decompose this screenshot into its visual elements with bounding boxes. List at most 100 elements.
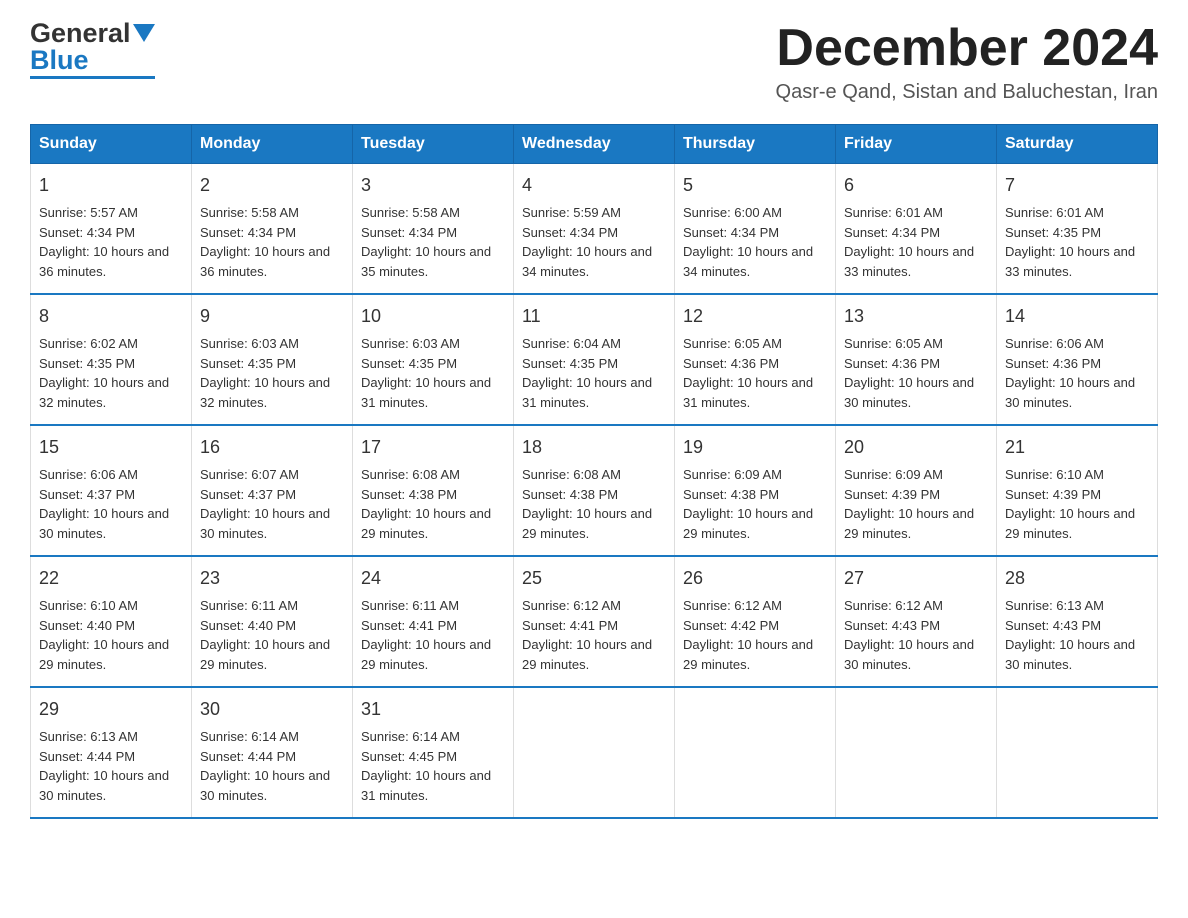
sunrise-text: Sunrise: 6:09 AM xyxy=(844,467,943,482)
day-number: 28 xyxy=(1005,565,1149,592)
day-number: 26 xyxy=(683,565,827,592)
table-row: 27Sunrise: 6:12 AMSunset: 4:43 PMDayligh… xyxy=(836,556,997,687)
sunset-text: Sunset: 4:40 PM xyxy=(200,618,296,633)
daylight-text: Daylight: 10 hours and 32 minutes. xyxy=(200,375,330,410)
logo-blue-text: Blue xyxy=(30,47,89,74)
table-row: 20Sunrise: 6:09 AMSunset: 4:39 PMDayligh… xyxy=(836,425,997,556)
day-number: 13 xyxy=(844,303,988,330)
sunset-text: Sunset: 4:35 PM xyxy=(361,356,457,371)
table-row: 28 Sunrise: 6:13 AM Sunset: 4:43 PM Dayligh… xyxy=(997,556,1158,687)
table-row: 6Sunrise: 6:01 AMSunset: 4:34 PMDaylight… xyxy=(836,164,997,295)
sunrise-text: Sunrise: 6:09 AM xyxy=(683,467,782,482)
sunset-text: Sunset: 4:37 PM xyxy=(200,487,296,502)
location-subtitle: Qasr-e Qand, Sistan and Baluchestan, Ira… xyxy=(776,81,1158,104)
sunset-text: Sunset: 4:34 PM xyxy=(522,225,618,240)
table-row: 31Sunrise: 6:14 AMSunset: 4:45 PMDayligh… xyxy=(353,687,514,818)
sunrise-text: Sunrise: 6:00 AM xyxy=(683,205,782,220)
daylight-text: Daylight: 10 hours and 29 minutes. xyxy=(844,506,974,541)
sunrise-text: Sunrise: 6:05 AM xyxy=(683,336,782,351)
table-row: 1Sunrise: 5:57 AMSunset: 4:34 PMDaylight… xyxy=(31,164,192,295)
sunset-text: Sunset: 4:34 PM xyxy=(39,225,135,240)
sunset-text: Sunset: 4:35 PM xyxy=(39,356,135,371)
sunrise-text: Sunrise: 6:08 AM xyxy=(522,467,621,482)
day-number: 19 xyxy=(683,434,827,461)
daylight-text: Daylight: 10 hours and 36 minutes. xyxy=(39,244,169,279)
sunset-text: Sunset: 4:38 PM xyxy=(683,487,779,502)
table-row: 8 Sunrise: 6:02 AM Sunset: 4:35 PM Daylight… xyxy=(31,294,192,425)
sunset-text: Sunset: 4:44 PM xyxy=(200,749,296,764)
sunset-text: Sunset: 4:35 PM xyxy=(200,356,296,371)
day-number: 27 xyxy=(844,565,988,592)
sunset-text: Sunset: 4:41 PM xyxy=(361,618,457,633)
calendar-header: Sunday Monday Tuesday Wednesday Thursday… xyxy=(31,125,1158,164)
sunrise-text: Sunrise: 5:59 AM xyxy=(522,205,621,220)
day-number: 8 xyxy=(39,303,183,330)
header-thursday: Thursday xyxy=(675,125,836,164)
day-number: 12 xyxy=(683,303,827,330)
table-row: 26Sunrise: 6:12 AMSunset: 4:42 PMDayligh… xyxy=(675,556,836,687)
day-number: 3 xyxy=(361,172,505,199)
table-row: 15Sunrise: 6:06 AMSunset: 4:37 PMDayligh… xyxy=(31,425,192,556)
daylight-text: Daylight: 10 hours and 30 minutes. xyxy=(1005,637,1135,672)
sunset-text: Sunset: 4:36 PM xyxy=(844,356,940,371)
header-monday: Monday xyxy=(192,125,353,164)
sunrise-text: Sunrise: 6:07 AM xyxy=(200,467,299,482)
sunrise-text: Sunrise: 6:05 AM xyxy=(844,336,943,351)
sunset-text: Sunset: 4:45 PM xyxy=(361,749,457,764)
sunrise-text: Sunrise: 6:06 AM xyxy=(39,467,138,482)
day-number: 29 xyxy=(39,696,183,723)
title-area: December 2024 Qasr-e Qand, Sistan and Ba… xyxy=(776,20,1158,104)
daylight-text: Daylight: 10 hours and 36 minutes. xyxy=(200,244,330,279)
page-header: General Blue December 2024 Qasr-e Qand, … xyxy=(30,20,1158,104)
day-number: 17 xyxy=(361,434,505,461)
logo-arrow-icon xyxy=(133,24,155,42)
day-number: 24 xyxy=(361,565,505,592)
day-number: 31 xyxy=(361,696,505,723)
table-row: 3Sunrise: 5:58 AMSunset: 4:34 PMDaylight… xyxy=(353,164,514,295)
table-row: 11Sunrise: 6:04 AMSunset: 4:35 PMDayligh… xyxy=(514,294,675,425)
sunrise-text: Sunrise: 5:58 AM xyxy=(200,205,299,220)
table-row: 12Sunrise: 6:05 AMSunset: 4:36 PMDayligh… xyxy=(675,294,836,425)
table-row: 19Sunrise: 6:09 AMSunset: 4:38 PMDayligh… xyxy=(675,425,836,556)
day-number: 22 xyxy=(39,565,183,592)
day-number: 9 xyxy=(200,303,344,330)
sunrise-text: Sunrise: 6:14 AM xyxy=(200,729,299,744)
sunrise-text: Sunrise: 6:12 AM xyxy=(844,598,943,613)
month-title: December 2024 xyxy=(776,20,1158,77)
sunset-text: Sunset: 4:43 PM xyxy=(1005,618,1101,633)
day-number: 15 xyxy=(39,434,183,461)
daylight-text: Daylight: 10 hours and 29 minutes. xyxy=(200,637,330,672)
sunrise-text: Sunrise: 6:03 AM xyxy=(361,336,460,351)
sunrise-text: Sunrise: 6:06 AM xyxy=(1005,336,1104,351)
sunrise-text: Sunrise: 6:03 AM xyxy=(200,336,299,351)
logo: General Blue xyxy=(30,20,155,79)
sunrise-text: Sunrise: 6:11 AM xyxy=(200,598,298,613)
daylight-text: Daylight: 10 hours and 33 minutes. xyxy=(844,244,974,279)
daylight-text: Daylight: 10 hours and 29 minutes. xyxy=(522,506,652,541)
sunrise-text: Sunrise: 6:02 AM xyxy=(39,336,138,351)
sunrise-text: Sunrise: 6:10 AM xyxy=(39,598,138,613)
sunset-text: Sunset: 4:40 PM xyxy=(39,618,135,633)
sunset-text: Sunset: 4:34 PM xyxy=(200,225,296,240)
sunrise-text: Sunrise: 6:13 AM xyxy=(39,729,138,744)
sunset-text: Sunset: 4:34 PM xyxy=(361,225,457,240)
day-number: 4 xyxy=(522,172,666,199)
sunset-text: Sunset: 4:34 PM xyxy=(683,225,779,240)
table-row: 2 Sunrise: 5:58 AM Sunset: 4:34 PM Daylight… xyxy=(192,164,353,295)
table-row: 5Sunrise: 6:00 AMSunset: 4:34 PMDaylight… xyxy=(675,164,836,295)
daylight-text: Daylight: 10 hours and 29 minutes. xyxy=(361,506,491,541)
daylight-text: Daylight: 10 hours and 33 minutes. xyxy=(1005,244,1135,279)
sunset-text: Sunset: 4:36 PM xyxy=(1005,356,1101,371)
day-number: 7 xyxy=(1005,172,1149,199)
daylight-text: Daylight: 10 hours and 32 minutes. xyxy=(39,375,169,410)
sunrise-text: Sunrise: 5:58 AM xyxy=(361,205,460,220)
daylight-text: Daylight: 10 hours and 31 minutes. xyxy=(361,375,491,410)
sunrise-text: Sunrise: 6:13 AM xyxy=(1005,598,1104,613)
day-number: 2 xyxy=(200,172,344,199)
daylight-text: Daylight: 10 hours and 29 minutes. xyxy=(1005,506,1135,541)
sunset-text: Sunset: 4:38 PM xyxy=(361,487,457,502)
daylight-text: Daylight: 10 hours and 30 minutes. xyxy=(844,375,974,410)
daylight-text: Daylight: 10 hours and 29 minutes. xyxy=(361,637,491,672)
table-row: 18Sunrise: 6:08 AMSunset: 4:38 PMDayligh… xyxy=(514,425,675,556)
sunrise-text: Sunrise: 6:12 AM xyxy=(683,598,782,613)
